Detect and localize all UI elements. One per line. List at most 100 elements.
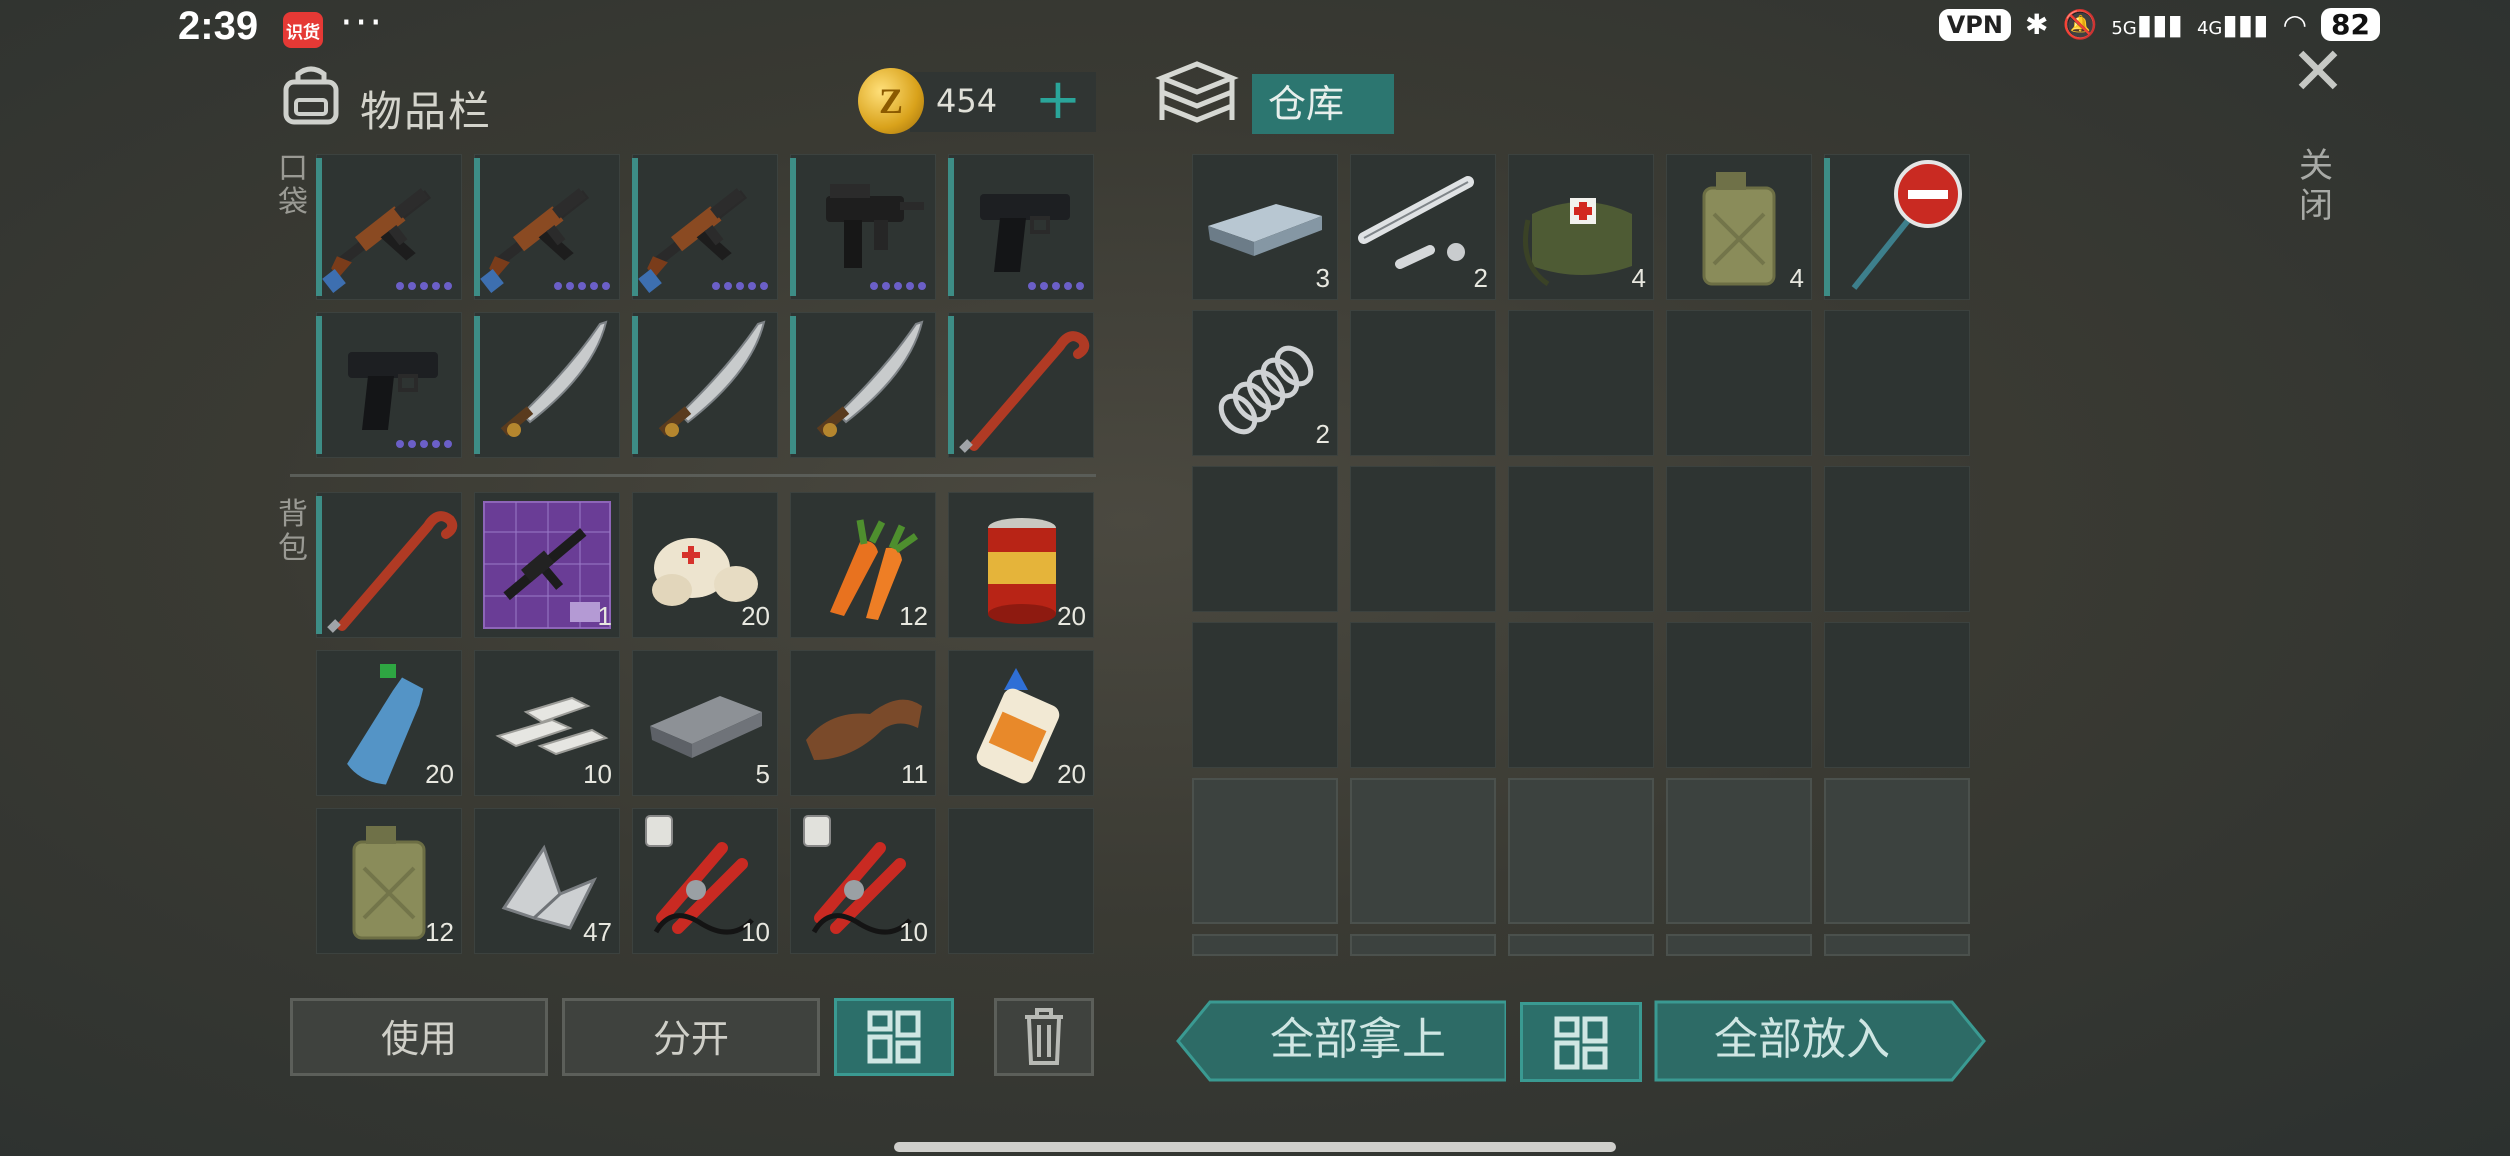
item-count: 20 [1057,601,1086,631]
inventory-slot[interactable] [474,312,620,458]
empty-slot[interactable] [1508,934,1654,956]
empty-slot[interactable] [1192,622,1338,768]
empty-slot[interactable] [1666,778,1812,924]
tab-storage[interactable]: 仓库 [1252,74,1394,134]
empty-slot[interactable] [1192,778,1338,924]
ak-rifle-icon [638,188,748,294]
inventory-slot[interactable] [316,492,462,638]
inventory-slot[interactable]: 20 [948,650,1094,796]
empty-slot[interactable] [1350,934,1496,956]
item-count: 1 [597,601,612,631]
machete-icon [816,320,924,437]
item-count: 47 [583,917,612,947]
take-all-button[interactable]: 全部拿上 [1210,1000,1506,1080]
inventory-slot[interactable]: 10 [474,650,620,796]
sort-button[interactable] [834,998,954,1076]
inventory-slot[interactable]: 20 [316,650,462,796]
inventory-slot[interactable] [790,312,936,458]
inventory-slot[interactable] [1824,154,1970,300]
inventory-slot[interactable]: 20 [632,492,778,638]
storage-icon [1155,61,1239,123]
empty-slot[interactable] [948,808,1094,954]
empty-slot[interactable] [1350,778,1496,924]
item-count: 4 [1789,263,1804,293]
inventory-slot[interactable] [316,312,462,458]
home-indicator[interactable] [894,1142,1616,1152]
grid-sort-icon [1554,1016,1608,1070]
backpack-icon [283,66,339,125]
inventory-slot[interactable]: 3 [1192,154,1338,300]
storage-sort-button[interactable] [1520,1002,1642,1082]
inventory-slot[interactable] [632,154,778,300]
empty-slot[interactable] [1824,310,1970,456]
empty-slot[interactable] [1350,466,1496,612]
inventory-slot[interactable]: 5 [632,650,778,796]
inventory-slot[interactable]: 10 [632,808,778,954]
inventory-slot[interactable] [948,154,1094,300]
inventory-slot[interactable]: 11 [790,650,936,796]
vpn-icon: VPN [1938,8,2011,41]
more-notifications-icon: ··· [340,0,385,46]
inventory-slot[interactable]: 1 [474,492,620,638]
rarity-dots [396,440,452,448]
add-coins-button[interactable]: + [1030,72,1086,132]
grid-sort-icon [867,1010,921,1064]
close-label[interactable]: 关闭 [2296,146,2336,226]
section-divider [290,474,1096,477]
empty-slot[interactable] [1192,934,1338,956]
item-count: 11 [901,759,928,789]
inventory-slot[interactable]: 10 [790,808,936,954]
inventory-slot[interactable]: 4 [1666,154,1812,300]
empty-slot[interactable] [1666,310,1812,456]
inventory-slot[interactable]: 47 [474,808,620,954]
inventory-slot[interactable] [474,154,620,300]
rarity-dots [396,282,452,290]
empty-slot[interactable] [1824,934,1970,956]
empty-slot[interactable] [1508,466,1654,612]
empty-slot[interactable] [1350,310,1496,456]
item-count: 20 [741,601,770,631]
split-button[interactable]: 分开 [562,998,820,1076]
pistol-icon [348,352,438,430]
put-all-button[interactable]: 全部放入 [1654,1000,1950,1080]
empty-slot[interactable] [1666,934,1812,956]
inventory-slot[interactable]: 4 [1508,154,1654,300]
close-icon[interactable]: ✕ [2288,39,2348,105]
uzi-icon [826,184,924,268]
inventory-slot[interactable]: 12 [316,808,462,954]
inventory-slot[interactable]: 2 [1192,310,1338,456]
inventory-slot[interactable]: 12 [790,492,936,638]
use-button[interactable]: 使用 [290,998,548,1076]
rarity-dots [712,282,768,290]
empty-slot[interactable] [1824,466,1970,612]
inventory-slot[interactable]: 20 [948,492,1094,638]
empty-slot[interactable] [1508,310,1654,456]
inventory-slot[interactable] [632,312,778,458]
empty-slot[interactable] [1508,622,1654,768]
coin-count: 454 [936,82,998,120]
item-count: 12 [899,601,928,631]
pocket-label: 口袋 [278,151,308,220]
mute-icon: 🔕 [2062,8,2098,41]
coin-icon: Z [858,68,924,134]
empty-slot[interactable] [1824,622,1970,768]
trash-button[interactable] [994,998,1094,1076]
empty-slot[interactable] [1666,466,1812,612]
item-count: 10 [741,917,770,947]
empty-slot[interactable] [1192,466,1338,612]
signal-5g-icon: 5G▮▮▮ [2111,8,2183,41]
inventory-slot[interactable] [316,154,462,300]
empty-slot[interactable] [1508,778,1654,924]
inventory-slot[interactable] [948,312,1094,458]
item-count: 2 [1315,419,1330,449]
item-count: 12 [425,917,454,947]
item-count: 4 [1631,263,1646,293]
crowbar-icon [959,331,1090,453]
inventory-slot[interactable] [790,154,936,300]
inventory-slot[interactable]: 2 [1350,154,1496,300]
machete-icon [500,320,608,437]
empty-slot[interactable] [1666,622,1812,768]
item-count: 10 [583,759,612,789]
empty-slot[interactable] [1350,622,1496,768]
empty-slot[interactable] [1824,778,1970,924]
